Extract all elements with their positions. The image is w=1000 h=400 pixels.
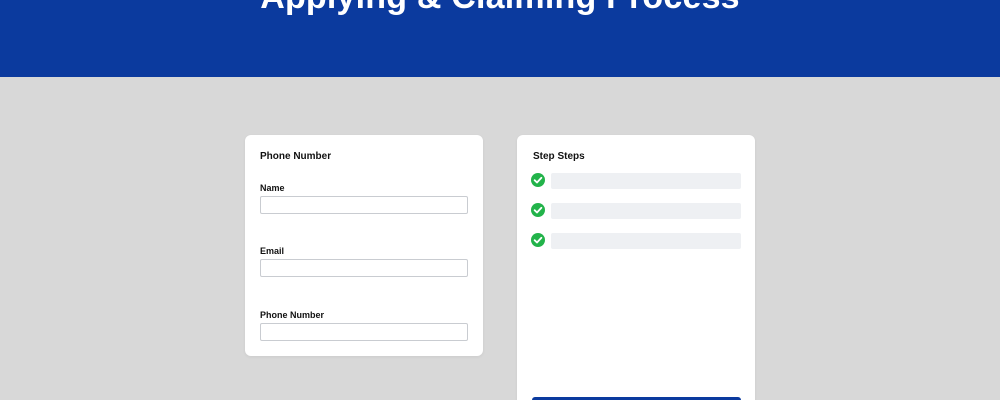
check-circle-icon [531, 233, 545, 247]
contact-form-card: Phone Number Name Email Phone Number [245, 135, 483, 356]
name-input[interactable] [260, 196, 468, 214]
page-title: Applying & Claiming Process [0, 0, 1000, 17]
email-label: Email [260, 246, 285, 256]
check-circle-icon [531, 173, 545, 187]
step-placeholder-bar [551, 233, 741, 249]
header-banner: Applying & Claiming Process [0, 0, 1000, 77]
steps-card-heading: Step Steps [533, 151, 585, 162]
step-item [531, 233, 741, 249]
step-placeholder-bar [551, 173, 741, 189]
phone-number-label: Phone Number [260, 310, 325, 320]
step-item [531, 173, 741, 189]
phone-number-input[interactable] [260, 323, 468, 341]
email-input[interactable] [260, 259, 468, 277]
step-item [531, 203, 741, 219]
page: Applying & Claiming Process Phone Number… [0, 0, 1000, 400]
name-label: Name [260, 183, 285, 193]
steps-card: Step Steps [517, 135, 755, 400]
form-card-heading: Phone Number [260, 151, 332, 162]
step-placeholder-bar [551, 203, 741, 219]
check-circle-icon [531, 203, 545, 217]
